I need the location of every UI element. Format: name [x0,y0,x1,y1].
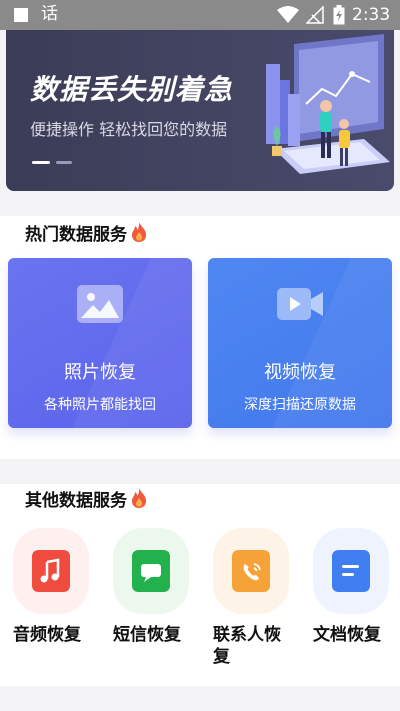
banner-title: 数据丢失别着急 [30,73,234,106]
promo-banner[interactable]: 数据丢失别着急 便捷操作 轻松找回您的数据 [6,30,394,191]
carousel-dot [56,161,72,164]
video-recovery-card[interactable]: 视频恢复 深度扫描还原数据 [208,258,392,428]
video-recovery-subtitle: 深度扫描还原数据 [244,397,356,413]
other-services-section: 其他数据服务 音频恢复 短信恢复 联系人恢复 文档恢复 [0,484,400,686]
sms-recovery-label: 短信恢复 [113,625,181,645]
message-icon [132,550,170,592]
fire-icon [132,222,146,242]
app-notification-glyph: 话 [41,4,58,24]
hot-services-section: 热门数据服务 照片恢复 各种照片都能找回 视频恢复 深度扫描还原数据 [0,216,400,459]
document-icon [332,550,370,592]
battery-icon [333,5,345,25]
carousel-dot-active [32,161,50,164]
fire-icon [132,488,146,508]
image-icon [77,285,123,323]
clock: 2:33 [352,5,391,25]
banner-subtitle: 便捷操作 轻松找回您的数据 [30,120,228,139]
other-services-title: 其他数据服务 [25,491,127,511]
audio-recovery-label: 音频恢复 [13,625,81,645]
video-recovery-title: 视频恢复 [264,362,336,383]
photo-recovery-title: 照片恢复 [64,362,136,383]
data-analysis-illustration [266,34,390,174]
carousel-indicator [32,152,78,171]
section-title: 热门数据服务 [25,220,149,245]
section-title: 其他数据服务 [25,486,149,511]
wifi-icon [277,6,299,23]
hot-services-title: 热门数据服务 [25,225,127,245]
photo-recovery-subtitle: 各种照片都能找回 [44,397,156,413]
music-icon [32,550,70,592]
phone-contact-icon [232,550,270,592]
video-icon [277,288,323,320]
status-bar: 话 2:33 [0,0,400,30]
notification-icon [14,8,28,22]
document-recovery-label: 文档恢复 [313,625,381,645]
photo-recovery-card[interactable]: 照片恢复 各种照片都能找回 [8,258,192,428]
signal-icon [306,6,324,24]
contacts-recovery-label: 联系人恢复 [213,625,281,667]
